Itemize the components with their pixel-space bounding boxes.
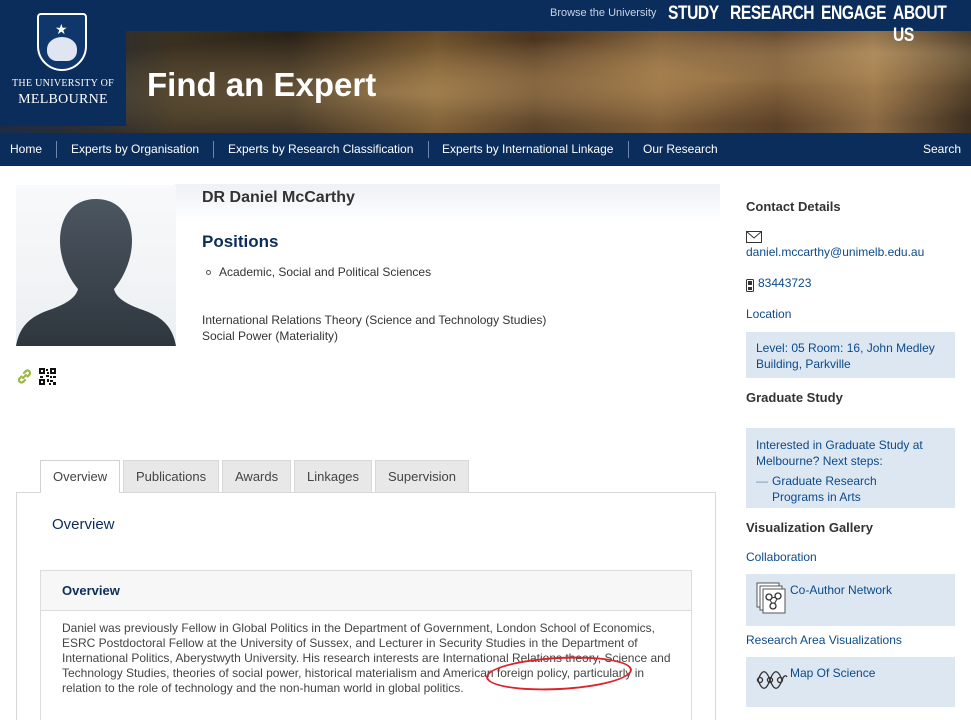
topnav-research[interactable]: RESEARCH [730,3,815,25]
university-logo[interactable]: ★ THE UNIVERSITY OF MELBOURNE [0,0,126,126]
positions-heading: Positions [202,232,279,251]
map-of-science-box[interactable]: Map Of Science [746,657,955,707]
coauthor-network-icon [756,582,786,617]
avatar [16,185,176,346]
research-area-visualizations-label: Research Area Visualizations [746,633,902,647]
position-item: Academic, Social and Political Sciences [206,265,431,279]
email-link[interactable]: daniel.mccarthy@unimelb.edu.au [746,245,924,259]
contact-details-heading: Contact Details [746,199,841,214]
topnav-engage[interactable]: ENGAGE [821,3,886,25]
nav-our-research[interactable]: Our Research [643,142,718,156]
graduate-research-link[interactable]: Graduate Research Programs in Arts [772,473,932,505]
nav-divider [213,141,214,158]
main-nav: Home Experts by Organisation Experts by … [0,133,971,166]
graduate-study-box: Interested in Graduate Study at Melbourn… [746,428,955,508]
qr-code-icon[interactable] [39,368,56,388]
nav-divider [56,141,57,158]
tab-supervision[interactable]: Supervision [375,460,469,493]
dash-bullet: — [756,474,768,488]
logo-line2: MELBOURNE [18,92,108,107]
tab-publications[interactable]: Publications [123,460,219,493]
map-of-science-icon [756,665,788,698]
location-label: Location [746,307,792,321]
logo-line1: THE UNIVERSITY OF [12,78,114,89]
topnav-about-us[interactable]: ABOUT US [893,3,957,47]
nav-home[interactable]: Home [10,142,42,156]
overview-box-header: Overview [41,571,691,611]
page-title: Find an Expert [147,66,377,103]
nav-experts-by-organisation[interactable]: Experts by Organisation [71,142,199,156]
nav-divider [428,141,429,158]
link-icon[interactable] [16,368,33,388]
person-silhouette-icon [16,199,176,346]
nav-search[interactable]: Search [923,142,961,156]
expert-name: DR Daniel McCarthy [202,189,355,206]
browse-university-link[interactable]: Browse the University [550,7,656,19]
map-of-science-link[interactable]: Map Of Science [790,666,875,680]
phone-icon [746,279,754,295]
coauthor-network-link[interactable]: Co-Author Network [790,583,892,597]
position-label: Academic, Social and Political Sciences [219,265,432,279]
phone-number[interactable]: 83443723 [758,276,811,290]
bullet-icon [206,270,211,276]
tab-overview[interactable]: Overview [40,460,120,494]
header-banner: Browse the University STUDY RESEARCH ENG… [0,0,971,133]
graduate-study-text: Interested in Graduate Study at Melbourn… [756,438,923,468]
overview-box: Overview Daniel was previously Fellow in… [40,570,692,720]
graduate-study-heading: Graduate Study [746,390,843,405]
coauthor-network-box[interactable]: Co-Author Network [746,574,955,626]
tab-linkages[interactable]: Linkages [294,460,372,493]
collaboration-label: Collaboration [746,550,817,564]
crest-icon: ★ [37,13,87,71]
tab-awards[interactable]: Awards [222,460,291,493]
overview-box-title: Overview [62,583,120,598]
topnav-study[interactable]: STUDY [668,3,719,25]
active-tab-joiner [41,492,119,495]
visualization-gallery-heading: Visualization Gallery [746,520,873,535]
nav-divider [628,141,629,158]
location-box: Level: 05 Room: 16, John Medley Building… [746,332,955,378]
research-interest: International Relations Theory (Science … [202,313,547,327]
email-icon [746,231,762,246]
panel-title: Overview [52,516,115,533]
nav-experts-by-international-linkage[interactable]: Experts by International Linkage [442,142,613,156]
research-interest: Social Power (Materiality) [202,329,339,343]
nav-experts-by-research-classification[interactable]: Experts by Research Classification [228,142,413,156]
